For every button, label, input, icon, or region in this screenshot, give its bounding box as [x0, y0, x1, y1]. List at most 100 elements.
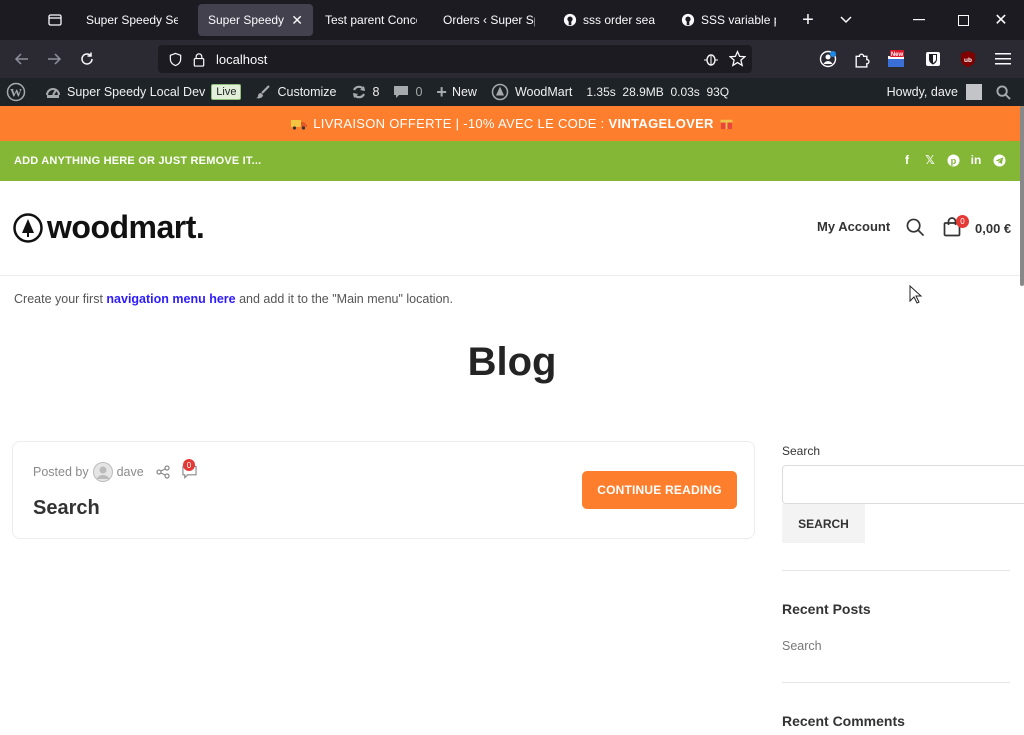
performance-stats: 1.35s 28.9MB 0.03s 93Q [586, 85, 730, 99]
x-twitter-icon[interactable]: 𝕏 [923, 153, 937, 167]
post-author[interactable]: dave [117, 465, 144, 479]
share-icon[interactable] [156, 465, 170, 479]
cart-total[interactable]: 0,00 € [975, 221, 1011, 236]
wordpress-logo-icon[interactable]: W [0, 78, 38, 106]
tab-label: SSS variable prod [701, 13, 776, 27]
tab-label: Super Speedy Local [208, 13, 285, 27]
navigation-notice: Create your first navigation menu here a… [14, 292, 453, 306]
comments-count: 0 [415, 85, 423, 99]
recent-posts-heading: Recent Posts [782, 601, 871, 617]
minimize-icon[interactable] [896, 0, 942, 40]
tab-orders[interactable]: Orders ‹ Super Speedy [433, 4, 545, 36]
github-icon [681, 12, 695, 28]
github-icon [563, 12, 577, 28]
notice-suffix: and add it to the "Main menu" location. [239, 292, 453, 306]
tab-label: Orders ‹ Super Speedy [443, 13, 535, 27]
customize-label: Customize [277, 85, 337, 99]
site-name: Super Speedy Local Dev [67, 85, 206, 99]
reload-icon[interactable] [71, 43, 103, 75]
extensions-puzzle-icon[interactable] [848, 46, 874, 72]
recent-post-link[interactable]: Search [782, 639, 822, 653]
lock-icon[interactable] [192, 52, 206, 67]
updates-count: 8 [372, 85, 380, 99]
promo-banner: LIVRAISON OFFERTE | -10% AVEC LE CODE : … [0, 106, 1024, 141]
browser-tab-bar: Super Speedy Search Super Speedy Local ✕… [0, 0, 1024, 40]
sidebar-search-button[interactable]: SEARCH [782, 504, 865, 543]
ublock-icon[interactable]: ub [955, 46, 981, 72]
comments-link[interactable]: 0 [386, 78, 429, 106]
delivery-truck-icon [291, 118, 308, 130]
updates-icon [352, 85, 365, 99]
header-search-icon[interactable] [906, 218, 925, 242]
promo-code: VINTAGELOVER [608, 116, 714, 131]
howdy-text: Howdy, dave [886, 85, 958, 99]
wp-admin-bar: W Super Speedy Local Dev Live Customize … [0, 78, 1024, 106]
browser-toolbar: localhost New ub [0, 40, 1024, 78]
svg-text:New: New [891, 52, 904, 58]
sidebar-search-input[interactable] [782, 465, 1024, 504]
woodmart-link[interactable]: WoodMart [484, 78, 579, 106]
recent-comments-heading: Recent Comments [782, 713, 905, 729]
bug-icon[interactable] [703, 51, 719, 67]
woodmart-label: WoodMart [514, 85, 573, 99]
author-avatar [92, 462, 113, 482]
bitwarden-icon[interactable] [920, 46, 946, 72]
back-icon[interactable] [6, 43, 38, 75]
page-scrollbar[interactable] [1020, 106, 1024, 286]
site-name-link[interactable]: Super Speedy Local Dev Live [38, 78, 248, 106]
gift-icon [720, 117, 733, 130]
comment-count-badge: 0 [183, 459, 195, 471]
updates-link[interactable]: 8 [344, 78, 387, 106]
promo-text: LIVRAISON OFFERTE | -10% AVEC LE CODE : [313, 116, 605, 131]
tab-list-chevron-icon[interactable] [824, 0, 868, 40]
notice-prefix: Create your first [14, 292, 103, 306]
logo-text: woodmart. [47, 209, 205, 245]
tab-sss-variable-prod[interactable]: SSS variable prod [671, 4, 786, 36]
menu-hamburger-icon[interactable] [990, 46, 1016, 72]
close-tab-icon[interactable]: ✕ [291, 12, 303, 29]
customize-link[interactable]: Customize [248, 78, 343, 106]
pinterest-icon[interactable]: p [946, 153, 960, 167]
telegram-icon[interactable] [992, 153, 1006, 167]
cart-count-badge: 0 [956, 215, 969, 228]
admin-search-icon[interactable] [989, 78, 1024, 106]
posted-by-label: Posted by [33, 465, 89, 479]
url-bar[interactable]: localhost [158, 45, 752, 73]
navigation-menu-link[interactable]: navigation menu here [106, 292, 235, 306]
new-content-link[interactable]: + New [429, 78, 484, 106]
bookmark-star-icon[interactable] [729, 50, 746, 67]
site-logo[interactable]: woodmart. [13, 209, 205, 246]
url-text[interactable]: localhost [216, 52, 267, 67]
tab-test-parent-concept[interactable]: Test parent Concept [315, 4, 427, 36]
tab-label: sss order search [583, 13, 655, 27]
search-widget-label: Search [782, 444, 821, 458]
top-bar: ADD ANYTHING HERE OR JUST REMOVE IT... f… [0, 141, 1024, 181]
tab-tray-icon[interactable] [35, 0, 75, 40]
facebook-icon[interactable]: f [900, 153, 914, 167]
social-icons: f 𝕏 p in [900, 153, 1006, 167]
query-monitor-stats[interactable]: 1.35s 28.9MB 0.03s 93Q [579, 78, 736, 106]
account-icon[interactable] [815, 46, 841, 72]
paintbrush-icon [256, 85, 271, 99]
my-account-link[interactable]: My Account [817, 219, 890, 234]
post-card: Posted by dave 0 Search CONTINUE READING [12, 441, 755, 539]
dashboard-gauge-icon [46, 88, 60, 98]
linkedin-icon[interactable]: in [969, 153, 983, 167]
user-avatar [966, 84, 982, 100]
site-header: woodmart. My Account 0 0,00 € [0, 181, 1024, 276]
top-bar-text: ADD ANYTHING HERE OR JUST REMOVE IT... [14, 155, 262, 167]
my-account-menu[interactable]: Howdy, dave [880, 78, 989, 106]
new-label: New [451, 85, 477, 99]
close-window-icon[interactable]: ✕ [978, 0, 1024, 40]
shield-icon[interactable] [168, 52, 183, 67]
page-title: Blog [467, 340, 557, 384]
new-extension-icon[interactable]: New [883, 46, 909, 72]
tab-super-speedy-search[interactable]: Super Speedy Search [76, 4, 188, 36]
sidebar-divider [782, 682, 1010, 683]
tab-super-speedy-local[interactable]: Super Speedy Local ✕ [198, 4, 313, 36]
continue-reading-button[interactable]: CONTINUE READING [582, 471, 737, 509]
post-meta: Posted by dave [33, 462, 197, 482]
tab-sss-order-search[interactable]: sss order search [553, 4, 665, 36]
post-title[interactable]: Search [33, 497, 100, 520]
forward-icon[interactable] [38, 43, 70, 75]
